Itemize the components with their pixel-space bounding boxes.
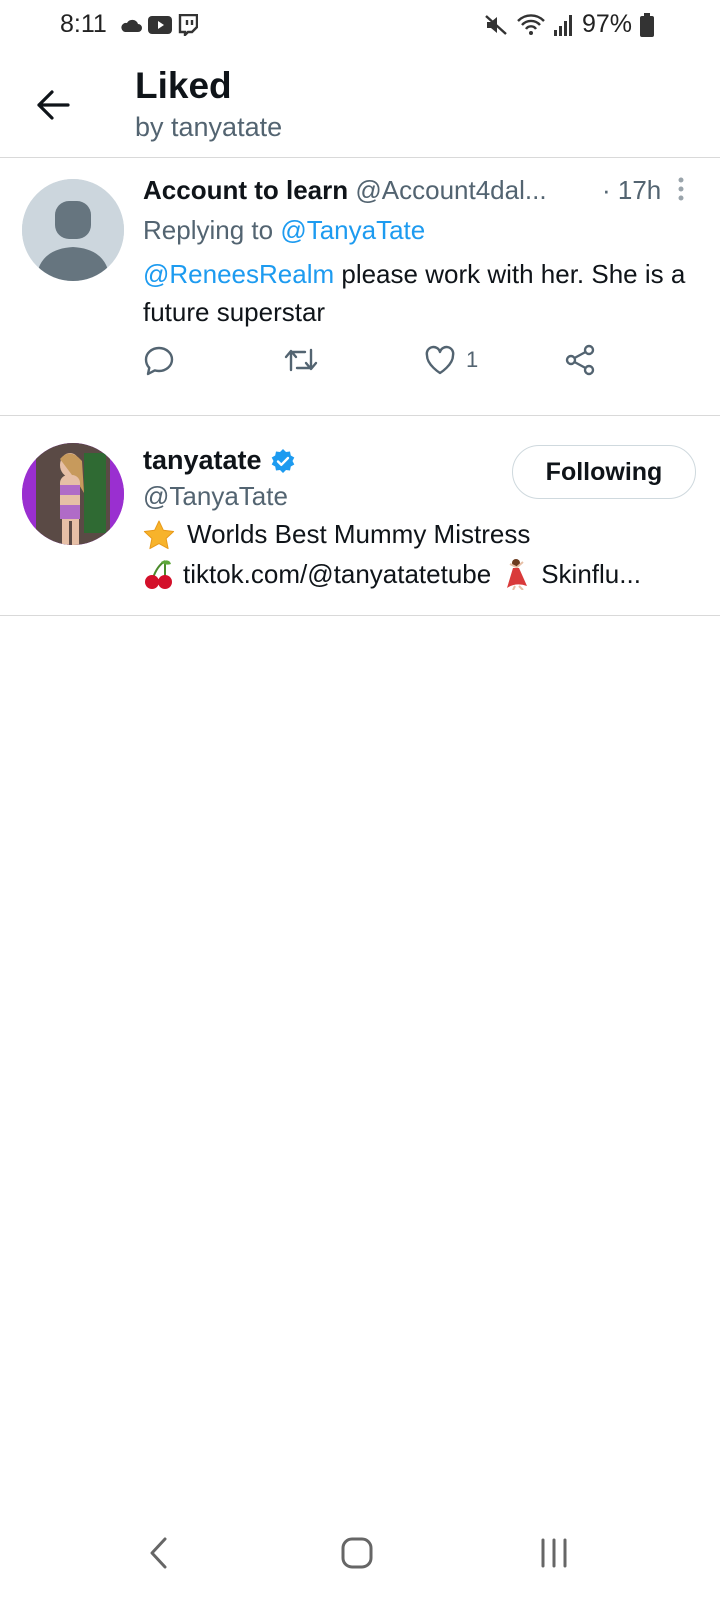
user-handle: @TanyaTate — [143, 481, 288, 511]
user-avatar[interactable] — [22, 443, 124, 545]
more-options-button[interactable] — [671, 175, 691, 205]
default-avatar[interactable] — [22, 179, 124, 281]
tweet-actions: 1 — [143, 340, 663, 380]
reply-icon — [144, 346, 174, 376]
mention-link[interactable]: @ReneesRealm — [143, 259, 334, 289]
cherries-emoji-icon — [145, 560, 172, 589]
status-bar: 8:11 97% — [0, 0, 720, 52]
bio-tiktok-link: tiktok.com/@tanyatatetube — [183, 558, 492, 589]
chevron-left-icon — [150, 1537, 167, 1569]
verified-badge-icon — [271, 448, 294, 473]
heart-icon — [425, 345, 455, 375]
page-subtitle: by tanyatate — [135, 112, 283, 142]
profile-photo — [22, 443, 124, 545]
user-name-row: tanyatate — [143, 445, 296, 476]
page-title: Liked — [135, 65, 232, 106]
more-vertical-icon — [678, 177, 684, 201]
replying-to-prefix: Replying to — [143, 215, 274, 245]
youtube-icon — [148, 16, 172, 34]
following-button[interactable]: Following — [512, 445, 696, 499]
bio-text-2: Skinflu... — [541, 558, 641, 589]
tweet-card[interactable]: Account to learn @Account4dal... · 17h R… — [0, 157, 720, 416]
tweet-time: · 17h — [602, 175, 662, 205]
tweet-author-handle[interactable]: @Account4dal... — [355, 175, 546, 205]
signal-icon — [553, 14, 572, 36]
system-status: 97% — [484, 10, 654, 39]
recents-icon — [541, 1538, 567, 1568]
retweet-icon — [284, 348, 318, 372]
tweet-header: Account to learn @Account4dal... · 17h — [143, 175, 703, 209]
tweet-text: @ReneesRealm please work with her. She i… — [143, 255, 703, 331]
nav-back-button[interactable] — [128, 1528, 188, 1578]
user-bio-line2: tiktok.com/@tanyatatetube Skinflu... — [143, 558, 641, 590]
like-count: 1 — [466, 347, 479, 372]
wifi-icon — [517, 13, 545, 35]
twitch-icon — [178, 14, 198, 36]
battery-icon — [640, 12, 654, 37]
back-button[interactable] — [30, 82, 76, 128]
nav-home-button[interactable] — [327, 1528, 387, 1578]
replying-to: Replying to @TanyaTate — [143, 215, 425, 246]
cloud-icon — [121, 19, 142, 32]
home-square-icon — [341, 1537, 373, 1569]
user-cell[interactable]: tanyatate @TanyaTate Following Worlds Be… — [0, 415, 720, 616]
retweet-button[interactable] — [283, 340, 319, 380]
like-button[interactable]: 1 — [424, 340, 478, 380]
user-display-name: tanyatate — [143, 445, 262, 475]
dancer-emoji-icon — [507, 559, 528, 590]
mute-icon — [485, 14, 507, 35]
tweet-author-name[interactable]: Account to learn — [143, 175, 348, 205]
bio-text-1: Worlds Best Mummy Mistress — [187, 519, 531, 549]
system-nav-bar — [0, 1510, 720, 1600]
star-emoji-icon — [143, 520, 175, 549]
status-time: 8:11 — [60, 10, 107, 38]
user-bio-line1: Worlds Best Mummy Mistress — [143, 519, 530, 550]
share-button[interactable] — [564, 340, 596, 380]
arrow-left-icon — [37, 90, 70, 120]
reply-button[interactable] — [143, 340, 175, 380]
notification-icons — [120, 14, 198, 36]
nav-recents-button[interactable] — [524, 1528, 584, 1578]
battery-percent: 97% — [581, 10, 632, 38]
page-header: Liked by tanyatate — [0, 52, 720, 158]
default-profile-icon — [22, 179, 124, 281]
share-icon — [565, 344, 595, 376]
replying-to-link[interactable]: @TanyaTate — [280, 215, 425, 245]
